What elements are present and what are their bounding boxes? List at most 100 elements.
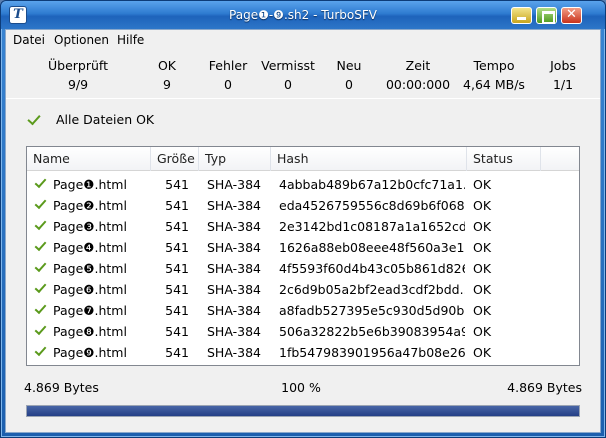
progress-fill [27,406,579,416]
hash-value: eda4526759556c8d69b6f068... [279,198,465,213]
column-header-filler [541,147,579,171]
check-icon [34,175,47,189]
stat-checked-value: 9/9 [67,77,89,92]
progress-bar [26,405,580,417]
stat-ok-value: 9 [163,77,171,92]
divider [6,98,600,99]
check-icon [34,343,47,357]
stat-speed-label: Tempo [473,58,515,73]
table-row[interactable]: Page❽.html 541 SHA-384 506a32822b5e6b390… [27,321,579,342]
stat-new: Neu 0 [324,58,374,92]
hash-value: 1fb547983901956a47b08e26... [279,345,465,360]
file-status: OK [473,177,492,192]
check-icon [34,259,47,273]
stat-ok: OK 9 [142,58,192,92]
file-size: 541 [165,345,189,360]
stats-panel: Überprüft 9/9 OK 9 Fehler 0 Vermisst 0 N… [6,58,600,100]
title-bar[interactable]: T Page❶-❾.sh2 - TurboSFV ✕ [1,1,605,29]
check-icon [34,280,47,294]
file-size: 541 [165,198,189,213]
table-row[interactable]: Page❾.html 541 SHA-384 1fb547983901956a4… [27,342,579,363]
stat-missing-label: Vermisst [261,58,315,73]
hash-value: 506a32822b5e6b39083954a9... [279,324,465,339]
close-icon: ✕ [566,7,577,22]
hash-value: 2c6d9b05a2bf2ead3cdf2bdd... [279,282,465,297]
menu-hilfe[interactable]: Hilfe [117,33,144,47]
file-size: 541 [165,177,189,192]
stat-jobs-value: 1/1 [552,77,574,92]
table-row[interactable]: Page❶.html 541 SHA-384 4abbab489b67a12b0… [27,174,579,195]
stat-new-value: 0 [345,77,353,92]
stat-errors: Fehler 0 [198,58,258,92]
check-icon [27,111,41,126]
hash-type: SHA-384 [207,240,261,255]
stat-errors-label: Fehler [208,58,248,73]
file-status: OK [473,198,492,213]
file-status: OK [473,282,492,297]
menu-bar: Datei Optionen Hilfe [6,30,600,50]
file-size: 541 [165,261,189,276]
table-row[interactable]: Page❻.html 541 SHA-384 2c6d9b05a2bf2ead3… [27,279,579,300]
bytes-total: 4.869 Bytes [507,380,582,395]
table-row[interactable]: Page❹.html 541 SHA-384 1626a88eb08eee48f… [27,237,579,258]
list-header: Name Größe Typ Hash Status [27,147,579,171]
hash-type: SHA-384 [207,324,261,339]
column-header-name[interactable]: Name [27,147,151,171]
check-icon [34,301,47,315]
hash-type: SHA-384 [207,198,261,213]
check-icon [34,322,47,336]
hash-value: 4abbab489b67a12b0cfc71a1... [279,177,465,192]
client-area: Datei Optionen Hilfe Überprüft 9/9 OK 9 … [5,29,601,433]
file-status: OK [473,345,492,360]
stat-jobs-label: Jobs [550,58,576,73]
table-row[interactable]: Page❸.html 541 SHA-384 2e3142bd1c08187a1… [27,216,579,237]
stat-jobs: Jobs 1/1 [540,58,586,92]
check-icon [34,217,47,231]
hash-value: 2e3142bd1c08187a1a1652cd... [279,219,465,234]
column-header-status[interactable]: Status [467,147,541,171]
column-header-size[interactable]: Größe [151,147,199,171]
file-status: OK [473,240,492,255]
menu-datei[interactable]: Datei [13,33,45,47]
file-size: 541 [165,219,189,234]
file-status: OK [473,261,492,276]
stat-time-label: Zeit [405,58,431,73]
hash-type: SHA-384 [207,345,261,360]
stat-time: Zeit 00:00:000 [376,58,460,92]
stat-speed: Tempo 4,64 MB/s [452,58,536,92]
stat-ok-label: OK [157,58,177,73]
stat-time-value: 00:00:000 [385,77,451,92]
table-row[interactable]: Page❺.html 541 SHA-384 4f5593f60d4b43c05… [27,258,579,279]
app-window: T Page❶-❾.sh2 - TurboSFV ✕ Datei Optione… [0,0,606,438]
menu-optionen[interactable]: Optionen [54,33,109,47]
hash-value: a8fadb527395e5c930d5d90b... [279,303,465,318]
hash-value: 1626a88eb08eee48f560a3e1a... [279,240,465,255]
hash-type: SHA-384 [207,219,261,234]
stat-checked: Überprüft 9/9 [40,58,116,92]
minimize-button[interactable] [511,7,532,24]
stat-speed-value: 4,64 MB/s [463,77,525,92]
file-status: OK [473,219,492,234]
check-icon [34,196,47,210]
column-header-hash[interactable]: Hash [271,147,467,171]
hash-value: 4f5593f60d4b43c05b861d826... [279,261,465,276]
file-size: 541 [165,282,189,297]
stat-missing-value: 0 [284,77,292,92]
table-row[interactable]: Page❼.html 541 SHA-384 a8fadb527395e5c93… [27,300,579,321]
maximize-button[interactable] [536,7,557,24]
stat-errors-value: 0 [224,77,232,92]
stat-checked-label: Überprüft [48,58,108,73]
summary-text: Alle Dateien OK [56,112,155,127]
stat-new-label: Neu [336,58,362,73]
file-status: OK [473,303,492,318]
file-list[interactable]: Name Größe Typ Hash Status Page❶.html 54… [26,146,580,366]
check-icon [34,238,47,252]
hash-type: SHA-384 [207,177,261,192]
file-size: 541 [165,240,189,255]
stat-missing: Vermisst 0 [254,58,322,92]
hash-type: SHA-384 [207,282,261,297]
close-button[interactable]: ✕ [561,7,582,24]
hash-type: SHA-384 [207,261,261,276]
column-header-type[interactable]: Typ [199,147,271,171]
table-row[interactable]: Page❷.html 541 SHA-384 eda4526759556c8d6… [27,195,579,216]
